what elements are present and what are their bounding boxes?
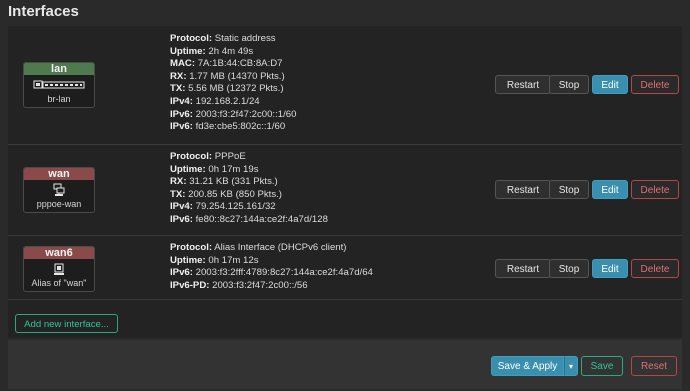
bridge-icon (24, 77, 94, 93)
stop-button-wan6[interactable]: Stop (549, 259, 589, 278)
detail-line: Uptime: 0h 17m 12s (170, 254, 259, 266)
detail-line: MAC: 7A:1B:44:CB:8A:D7 (170, 58, 283, 70)
save-button[interactable]: Save (581, 356, 623, 376)
detail-line: IPv6: fd3e:cbe5:802c::1/60 (170, 121, 286, 133)
interface-details-wan6: Protocol: Alias Interface (DHCPv6 client… (170, 242, 373, 292)
detail-line: Protocol: Alias Interface (DHCPv6 client… (170, 242, 347, 253)
detail-line: IPv6: 2003:f3:2fff:4789:8c27:144a:ce2f:4… (170, 267, 373, 279)
restart-button-wan6[interactable]: Restart (495, 259, 551, 278)
add-interface-button[interactable]: Add new interface... (15, 314, 118, 333)
interface-device-wan: pppoe-wan (36, 199, 82, 209)
detail-line: IPv6-PD: 2003:f3:2f47:2c00::/56 (170, 279, 308, 291)
detail-line: TX: 200.85 KB (850 Pkts.) (170, 188, 282, 200)
alias-icon (24, 261, 94, 277)
edit-button-wan[interactable]: Edit (592, 180, 628, 199)
delete-button-wan[interactable]: Delete (631, 180, 679, 199)
detail-line: Uptime: 2h 4m 49s (170, 45, 254, 57)
network-icon (24, 182, 94, 198)
detail-line: IPv4: 79.254.125.161/32 (170, 201, 276, 213)
interface-badge-wan: wan pppoe-wan (23, 167, 95, 213)
detail-line: IPv6: 2003:f3:2f47:2c00::1/60 (170, 108, 297, 120)
interface-details-lan: Protocol: Static address Uptime: 2h 4m 4… (170, 33, 296, 134)
save-apply-button[interactable]: Save & Apply (491, 356, 564, 376)
delete-button-wan6[interactable]: Delete (631, 259, 679, 278)
detail-line: RX: 31.21 KB (331 Pkts.) (170, 176, 278, 188)
edit-button-wan6[interactable]: Edit (592, 259, 628, 278)
interface-device-lan: br-lan (47, 94, 71, 104)
interface-row-wan: wan pppoe-wan Protocol: PPPoE Uptime: 0h… (8, 144, 682, 236)
interface-details-wan: Protocol: PPPoE Uptime: 0h 17m 19s RX: 3… (170, 151, 328, 227)
detail-line: RX: 1.77 MB (14370 Pkts.) (170, 70, 285, 82)
restart-button-lan[interactable]: Restart (495, 75, 551, 94)
edit-button-lan[interactable]: Edit (592, 75, 628, 94)
interface-device-wan6: Alias of "wan" (31, 278, 87, 288)
interface-name-wan: wan (24, 168, 94, 180)
reset-button[interactable]: Reset (631, 356, 677, 376)
interface-row-wan6: wan6 Alias of "wan" Protocol: Alias Inte… (8, 235, 682, 300)
interface-badge-wan6: wan6 Alias of "wan" (23, 246, 95, 292)
delete-button-lan[interactable]: Delete (631, 75, 679, 94)
interface-badge-lan: lan br-lan (23, 62, 95, 108)
detail-line: Protocol: PPPoE (170, 151, 246, 162)
stop-button-wan[interactable]: Stop (549, 180, 589, 199)
restart-button-wan[interactable]: Restart (495, 180, 551, 199)
save-apply-dropdown-toggle[interactable]: ▾ (564, 356, 578, 376)
footer-actions: Save & Apply ▾ Save Reset (8, 340, 682, 389)
interface-row-lan: lan br-lan Protocol: Static address Upti… (8, 26, 682, 145)
interface-name-lan: lan (24, 63, 94, 75)
interfaces-table: lan br-lan Protocol: Static address Upti… (8, 26, 682, 338)
detail-line: Protocol: Static address (170, 33, 276, 44)
detail-line: IPv4: 192.168.2.1/24 (170, 95, 260, 107)
detail-line: TX: 5.56 MB (12372 Pkts.) (170, 83, 284, 95)
stop-button-lan[interactable]: Stop (549, 75, 589, 94)
interface-name-wan6: wan6 (24, 247, 94, 259)
detail-line: Uptime: 0h 17m 19s (170, 163, 259, 175)
detail-line: IPv6: fe80::8c27:144a:ce2f:4a7d/128 (170, 213, 328, 225)
page-title: Interfaces (8, 3, 79, 20)
